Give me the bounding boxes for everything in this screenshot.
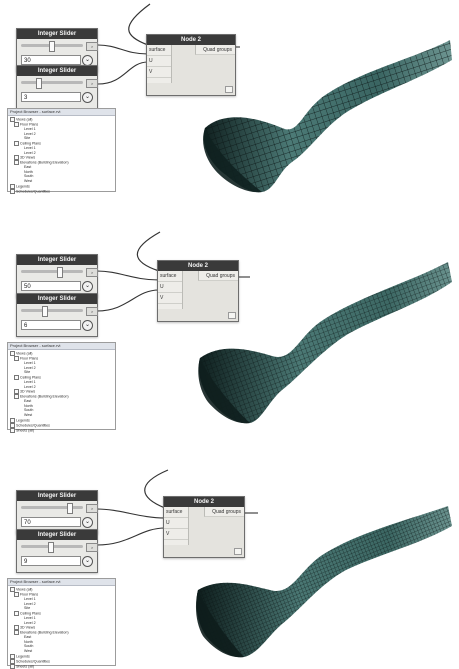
quad-mesh-surface-2 bbox=[198, 262, 452, 424]
panel-3: Integer Slider > 70 ⌄ Integer Slider > 9… bbox=[0, 450, 459, 669]
panel-2: Integer Slider > 50 ⌄ Integer Slider > 6… bbox=[0, 220, 459, 440]
quad-mesh-surface-3 bbox=[195, 506, 452, 658]
quad-mesh-surface-1 bbox=[203, 40, 452, 193]
panel-1: Integer Slider > 30 ⌄ Integer Slider > 3… bbox=[0, 0, 459, 200]
